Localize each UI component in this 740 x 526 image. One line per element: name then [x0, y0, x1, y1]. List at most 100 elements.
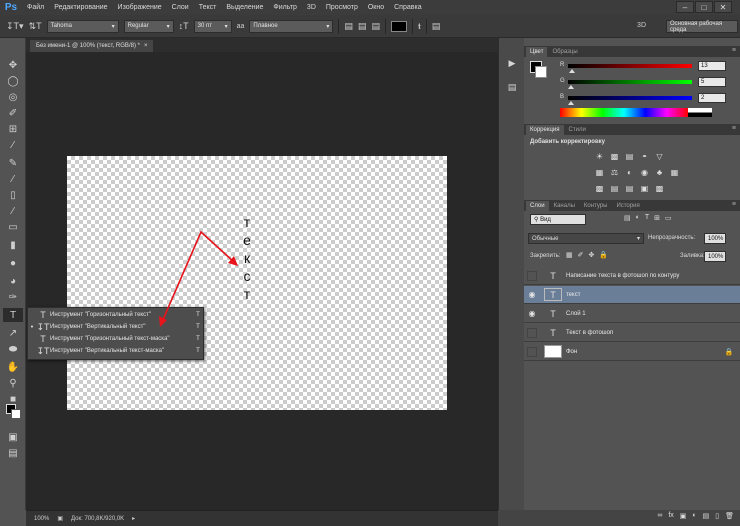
minimize-button[interactable]: –: [676, 1, 694, 13]
layer-row[interactable]: T Написание текста в фотошоп по контуру: [524, 267, 740, 285]
healing-brush-tool-icon[interactable]: ✎: [3, 156, 23, 170]
lock-position-icon[interactable]: ✥: [589, 251, 595, 259]
tab-layers[interactable]: Слои: [526, 201, 549, 211]
lock-transparent-icon[interactable]: ▦: [566, 251, 573, 259]
font-size-select[interactable]: 30 пт ▾: [193, 19, 232, 33]
link-layers-icon[interactable]: ∞: [657, 512, 662, 524]
tab-styles[interactable]: Стили: [565, 125, 590, 135]
menu-select[interactable]: Выделение: [221, 4, 268, 11]
hue-saturation-icon[interactable]: ▦: [594, 167, 605, 177]
filter-pixel-icon[interactable]: ▤: [624, 214, 631, 222]
history-brush-tool-icon[interactable]: ∕: [3, 204, 23, 218]
add-mask-icon[interactable]: ▣: [680, 512, 687, 524]
invert-icon[interactable]: ▩: [594, 183, 605, 193]
color-lookup-icon[interactable]: ▦: [669, 167, 680, 177]
3d-label[interactable]: 3D: [637, 22, 646, 29]
menu-view[interactable]: Просмотр: [321, 4, 363, 11]
panel-menu-icon[interactable]: ≡: [732, 125, 736, 132]
pen-tool-icon[interactable]: ✑: [3, 290, 23, 304]
tab-color[interactable]: Цвет: [526, 47, 548, 57]
curves-icon[interactable]: ▤: [624, 151, 635, 161]
play-actions-icon[interactable]: ▶: [503, 56, 521, 70]
posterize-icon[interactable]: ▤: [609, 183, 620, 193]
r-value-field[interactable]: 13: [698, 61, 726, 71]
close-tab-icon[interactable]: ×: [144, 43, 148, 49]
exposure-icon[interactable]: ◓: [639, 151, 650, 161]
brush-tool-icon[interactable]: ⁄: [3, 172, 23, 186]
vibrance-icon[interactable]: ▽: [654, 151, 665, 161]
lock-all-icon[interactable]: 🔒: [599, 251, 608, 259]
tab-paths[interactable]: Контуры: [580, 201, 612, 211]
layer-style-icon[interactable]: fx: [668, 512, 673, 524]
menu-layers[interactable]: Слои: [167, 4, 194, 11]
eye-icon[interactable]: ◉: [524, 309, 540, 318]
panel-menu-icon[interactable]: ≡: [732, 201, 736, 208]
background-color-swatch[interactable]: [11, 409, 21, 419]
status-export-icon[interactable]: ▣: [57, 515, 63, 522]
channel-mixer-icon[interactable]: ♣: [654, 167, 665, 177]
visibility-toggle[interactable]: [527, 270, 537, 281]
layer-row[interactable]: Фон 🔒: [524, 343, 740, 361]
clone-stamp-tool-icon[interactable]: ▯: [3, 188, 23, 202]
blur-tool-icon[interactable]: ●: [3, 256, 23, 270]
flyout-item-vertical-type[interactable]: • ↧T Инструмент "Вертикальный текст" T: [28, 321, 205, 333]
menu-window[interactable]: Окно: [363, 4, 389, 11]
background-color-swatch[interactable]: [535, 66, 547, 78]
b-value-field[interactable]: 2: [698, 93, 726, 103]
menu-3d[interactable]: 3D: [302, 4, 321, 11]
close-button[interactable]: ✕: [714, 1, 732, 13]
filter-adjustment-icon[interactable]: ◐: [636, 214, 640, 222]
lock-pixels-icon[interactable]: ✐: [578, 251, 584, 259]
document-canvas[interactable]: т е к с т: [67, 156, 447, 410]
g-slider[interactable]: [568, 80, 692, 84]
menu-filter[interactable]: Фильтр: [268, 4, 302, 11]
status-menu-arrow-icon[interactable]: ▸: [132, 515, 135, 522]
align-bottom-icon[interactable]: ▤: [371, 21, 380, 32]
shape-tool-icon[interactable]: ⬬: [3, 342, 23, 356]
flyout-item-horizontal-type-mask[interactable]: T Инструмент "Горизонтальный текст-маска…: [28, 333, 205, 345]
brightness-contrast-icon[interactable]: ☀: [594, 151, 605, 161]
panel-menu-icon[interactable]: ≡: [732, 47, 736, 54]
tab-channels[interactable]: Каналы: [550, 201, 579, 211]
selective-color-icon[interactable]: ▩: [654, 183, 665, 193]
g-value-field[interactable]: 5: [698, 77, 726, 87]
fill-field[interactable]: 100%: [704, 251, 726, 262]
b-slider-thumb[interactable]: [568, 101, 574, 105]
tab-history[interactable]: История: [612, 201, 643, 211]
filter-type-icon[interactable]: T: [645, 214, 649, 222]
new-group-icon[interactable]: ▤: [703, 512, 710, 524]
toggle-text-orientation-icon[interactable]: ⇅T: [29, 21, 42, 32]
text-color-swatch[interactable]: [390, 20, 407, 32]
gradient-map-icon[interactable]: ▣: [639, 183, 650, 193]
lasso-tool-icon[interactable]: ◎: [3, 90, 23, 104]
layer-row[interactable]: ◉ T Слой 1: [524, 305, 740, 323]
tab-adjustments[interactable]: Коррекция: [526, 125, 564, 135]
antialias-select[interactable]: Плавное ▾: [249, 19, 334, 33]
font-family-select[interactable]: Tahoma ▾: [46, 19, 119, 33]
delete-layer-icon[interactable]: 🗑: [725, 512, 734, 524]
visibility-toggle[interactable]: [527, 346, 537, 357]
color-balance-icon[interactable]: ⚖: [609, 167, 620, 177]
document-tab[interactable]: Без имени-1 @ 100% (текст, RGB/8) * ×: [30, 40, 154, 52]
color-spectrum-bar[interactable]: [560, 108, 688, 117]
screen-mode-icon[interactable]: ▤: [3, 446, 23, 460]
new-adjustment-icon[interactable]: ◐: [692, 512, 696, 524]
crop-tool-icon[interactable]: ⊞: [3, 122, 23, 136]
layer-filter-select[interactable]: ⚲ Вид: [530, 214, 586, 225]
eyedropper-tool-icon[interactable]: ∕: [3, 138, 23, 152]
r-slider-thumb[interactable]: [569, 69, 575, 73]
maximize-button[interactable]: □: [695, 1, 713, 13]
blend-mode-select[interactable]: Обычные ▾: [528, 233, 644, 244]
r-slider[interactable]: [568, 64, 692, 68]
path-selection-tool-icon[interactable]: ↗: [3, 326, 23, 340]
layer-row[interactable]: T Текст в фотошоп: [524, 324, 740, 342]
g-slider-thumb[interactable]: [568, 85, 574, 89]
hand-tool-icon[interactable]: ✋: [3, 360, 23, 374]
menu-file[interactable]: Файл: [22, 4, 49, 11]
zoom-tool-icon[interactable]: ⚲: [3, 376, 23, 390]
move-tool-icon[interactable]: ✥: [3, 58, 23, 72]
marquee-tool-icon[interactable]: ◯: [3, 74, 23, 88]
font-style-select[interactable]: Regular ▾: [123, 19, 174, 33]
eye-icon[interactable]: ◉: [524, 290, 540, 299]
gradient-tool-icon[interactable]: ▮: [3, 238, 23, 252]
